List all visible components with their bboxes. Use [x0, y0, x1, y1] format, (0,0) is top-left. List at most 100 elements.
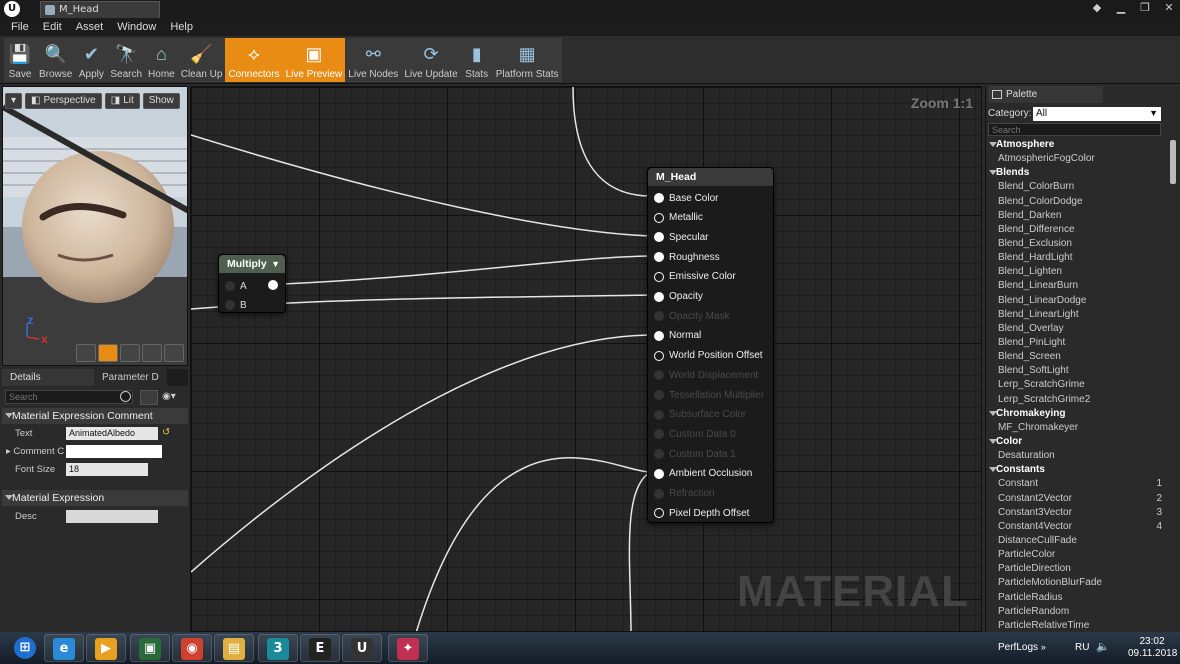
view-options-icon[interactable] — [140, 390, 158, 405]
palette-item[interactable]: Constant4Vector 4 — [986, 520, 1166, 534]
menu-help[interactable]: Help — [163, 18, 200, 36]
result-pin-row[interactable]: Ambient Occlusion — [654, 467, 752, 481]
palette-category[interactable]: Color — [986, 435, 1166, 449]
close-icon[interactable]: ✕ — [1162, 1, 1176, 15]
toolbar-home-button[interactable]: ⌂ Home — [145, 38, 178, 82]
tab-details[interactable]: Details — [2, 369, 94, 386]
tab-palette[interactable]: Palette — [988, 86, 1103, 103]
tab-parameter-defaults[interactable]: Parameter D — [94, 369, 167, 386]
result-pin-row[interactable]: Pixel Depth Offset — [654, 506, 749, 520]
result-pin-row[interactable]: Emissive Color — [654, 270, 736, 284]
lit-button[interactable]: ◨ Lit — [104, 93, 140, 109]
palette-item[interactable]: Blend_LinearLight — [986, 308, 1166, 322]
result-node[interactable]: M_Head Base Color Metallic Specular Roughne… — [647, 167, 774, 523]
result-pin-row[interactable]: Roughness — [654, 250, 720, 264]
document-tab[interactable]: M_Head — [40, 1, 160, 18]
comment-color-swatch[interactable] — [66, 445, 162, 458]
palette-item[interactable]: ParticleRelativeTime — [986, 619, 1166, 632]
multiply-node[interactable]: Multiply ▼ A B — [218, 254, 286, 313]
feedback-icon[interactable]: ◆ — [1090, 1, 1104, 15]
explorer-icon[interactable]: ▤ — [214, 634, 254, 662]
pin-b[interactable]: B — [225, 298, 247, 312]
collapse-arrow-icon[interactable]: ▼ — [271, 255, 280, 273]
palette-item[interactable]: Blend_Difference — [986, 223, 1166, 237]
chrome-icon[interactable]: ◉ — [172, 634, 212, 662]
cube-preview-button[interactable] — [142, 344, 162, 362]
font-size-field[interactable]: 18 — [66, 463, 148, 476]
palette-item[interactable]: Blend_SoftLight — [986, 364, 1166, 378]
epic-games-icon[interactable]: E — [300, 634, 340, 662]
palette-item[interactable]: Desaturation — [986, 449, 1166, 463]
media-player-icon[interactable]: ▶ — [86, 634, 126, 662]
tray-expand-icon[interactable]: » — [1041, 642, 1046, 652]
result-pin-row[interactable]: Base Color — [654, 191, 718, 205]
toolbar-platform-stats-button[interactable]: ▦ Platform Stats — [493, 38, 562, 82]
palette-item[interactable]: Blend_Darken — [986, 209, 1166, 223]
palette-item[interactable]: Blend_Overlay — [986, 322, 1166, 336]
category-select[interactable]: All ▼ — [1033, 107, 1161, 121]
palette-category[interactable]: Constants — [986, 463, 1166, 477]
palette-item[interactable]: Constant 1 — [986, 477, 1166, 491]
palette-item[interactable]: Blend_ColorBurn — [986, 180, 1166, 194]
palette-category[interactable]: Blends — [986, 166, 1166, 180]
desc-field[interactable] — [66, 510, 158, 523]
unreal-icon[interactable]: U — [342, 634, 382, 662]
sphere-preview-button[interactable] — [98, 344, 118, 362]
result-pin-row[interactable]: Opacity — [654, 290, 703, 304]
result-pin-row[interactable]: World Position Offset — [654, 349, 763, 363]
palette-item[interactable]: ParticleRandom — [986, 605, 1166, 619]
tray-folder[interactable]: PerfLogs » — [998, 642, 1046, 653]
palette-item[interactable]: AtmosphericFogColor — [986, 152, 1166, 166]
palette-item[interactable]: Blend_LinearBurn — [986, 279, 1166, 293]
terminal-icon[interactable]: ▣ — [130, 634, 170, 662]
palette-search-input[interactable] — [988, 123, 1161, 136]
toolbar-apply-button[interactable]: ✔ Apply — [75, 38, 107, 82]
toolbar-live-update-button[interactable]: ⟳ Live Update — [401, 38, 460, 82]
palette-item[interactable]: Blend_Exclusion — [986, 237, 1166, 251]
palette-item[interactable]: Lerp_ScratchGrime — [986, 378, 1166, 392]
palette-item[interactable]: Blend_Lighten — [986, 265, 1166, 279]
game-icon[interactable]: ✦ — [388, 634, 428, 662]
toolbar-browse-button[interactable]: 🔍 Browse — [36, 38, 75, 82]
details-search-input[interactable] — [5, 390, 133, 404]
pin-a[interactable]: A — [225, 279, 247, 293]
menu-file[interactable]: File — [4, 18, 36, 36]
palette-item[interactable]: Constant2Vector 2 — [986, 492, 1166, 506]
toolbar-search-button[interactable]: 🔭 Search — [107, 38, 145, 82]
toolbar-save-button[interactable]: 💾 Save — [4, 38, 36, 82]
toolbar-live-preview-button[interactable]: ▣ Live Preview — [282, 38, 346, 82]
palette-scrollbar[interactable] — [1170, 140, 1176, 184]
toolbar-connectors-button[interactable]: ⟡ Connectors — [225, 38, 283, 82]
section-comment-header[interactable]: Material Expression Comment — [2, 408, 188, 424]
result-pin-row[interactable]: Normal — [654, 329, 701, 343]
palette-item[interactable]: Blend_PinLight — [986, 336, 1166, 350]
max-icon[interactable]: 3 — [258, 634, 298, 662]
palette-item[interactable]: Blend_HardLight — [986, 251, 1166, 265]
eye-icon[interactable]: ◉▾ — [162, 391, 182, 403]
language-indicator[interactable]: RU — [1075, 642, 1089, 653]
minimize-icon[interactable]: ▁ — [1114, 1, 1128, 15]
palette-item[interactable]: MF_Chromakeyer — [986, 421, 1166, 435]
text-field[interactable]: AnimatedAlbedo — [66, 427, 158, 440]
result-pin-row[interactable]: Metallic — [654, 211, 703, 225]
perspective-button[interactable]: ◧ Perspective — [25, 93, 102, 109]
palette-item[interactable]: Blend_Screen — [986, 350, 1166, 364]
output-pin[interactable] — [268, 280, 278, 290]
volume-icon[interactable]: 🔈 — [1096, 640, 1110, 653]
show-button[interactable]: Show — [142, 93, 180, 109]
toolbar-stats-button[interactable]: ▮ Stats — [461, 38, 493, 82]
maximize-icon[interactable]: ❐ — [1138, 1, 1152, 15]
start-orb-icon[interactable]: ⊞ — [6, 634, 46, 662]
palette-item[interactable]: Blend_LinearDodge — [986, 294, 1166, 308]
material-graph[interactable]: Zoom 1:1 MATERIAL Multiply ▼ A B M_Head … — [190, 86, 982, 632]
palette-item[interactable]: ParticleDirection — [986, 562, 1166, 576]
menu-edit[interactable]: Edit — [36, 18, 69, 36]
menu-asset[interactable]: Asset — [69, 18, 111, 36]
clock[interactable]: 23:02 09.11.2018 — [1128, 636, 1177, 660]
palette-item[interactable]: Lerp_ScratchGrime2 — [986, 393, 1166, 407]
palette-item[interactable]: Constant3Vector 3 — [986, 506, 1166, 520]
toolbar-clean-up-button[interactable]: 🧹 Clean Up — [178, 38, 226, 82]
cylinder-preview-button[interactable] — [76, 344, 96, 362]
palette-item[interactable]: DistanceCullFade — [986, 534, 1166, 548]
palette-item[interactable]: ParticleMotionBlurFade — [986, 576, 1166, 590]
